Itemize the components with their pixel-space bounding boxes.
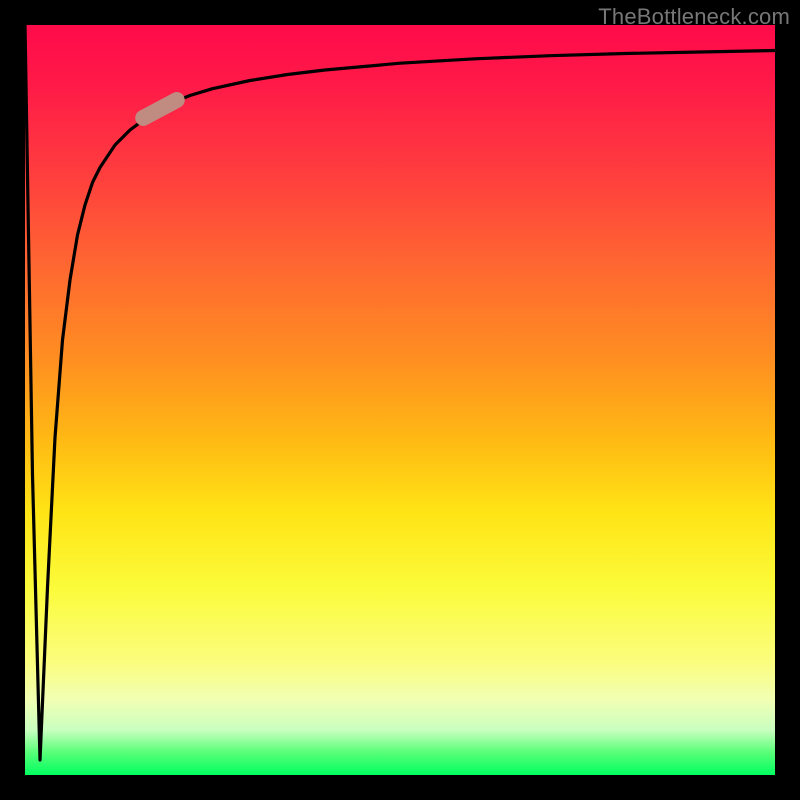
watermark-text: TheBottleneck.com (598, 4, 790, 30)
chart-frame: TheBottleneck.com (0, 0, 800, 800)
plot-gradient-area (25, 25, 775, 775)
